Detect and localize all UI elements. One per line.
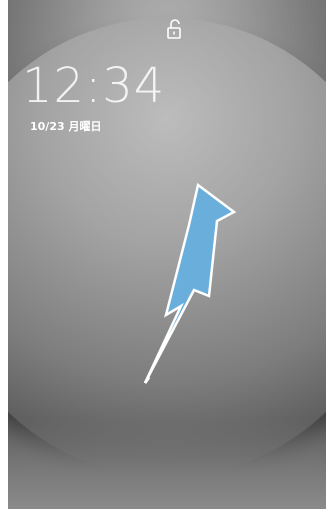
- swipe-up-arrow-icon[interactable]: [8, 0, 326, 509]
- lock-screen[interactable]: 12:34 10/23 月曜日: [8, 0, 326, 509]
